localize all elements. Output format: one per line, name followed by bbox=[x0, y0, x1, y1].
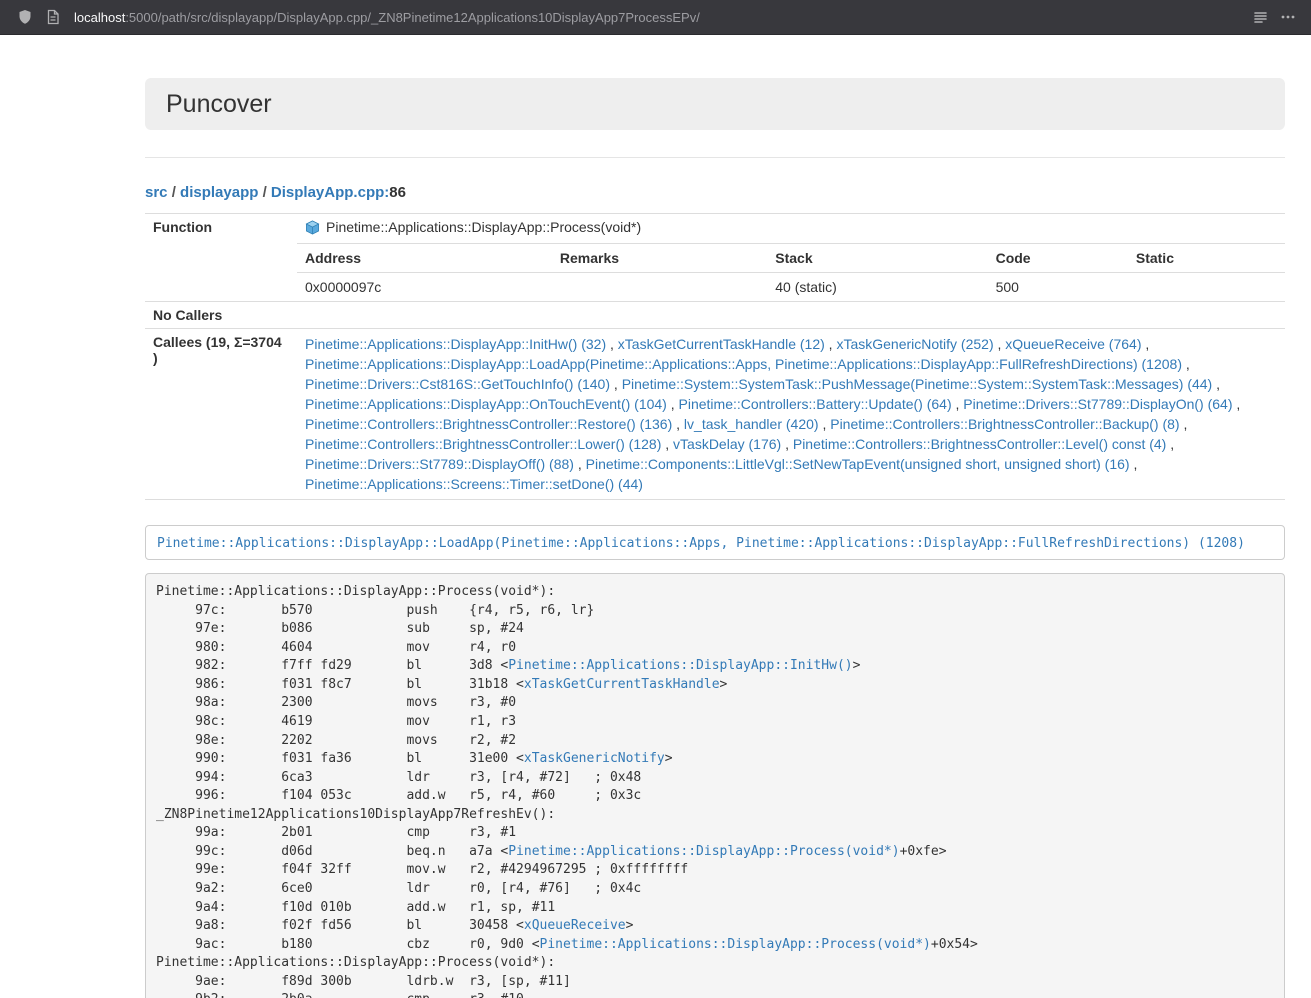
selected-callee-link[interactable]: Pinetime::Applications::DisplayApp::Load… bbox=[157, 536, 1245, 551]
disassembly-block: Pinetime::Applications::DisplayApp::Proc… bbox=[145, 573, 1285, 998]
callee-separator: , bbox=[1180, 416, 1188, 432]
callee-link[interactable]: lv_task_handler (420) bbox=[684, 416, 819, 432]
code-symbol-link[interactable]: xQueueReceive bbox=[524, 918, 626, 933]
stats-value-stack: 40 (static) bbox=[767, 273, 987, 302]
function-name: Pinetime::Applications::DisplayApp::Proc… bbox=[326, 219, 641, 235]
callee-separator: , bbox=[574, 456, 586, 472]
browser-toolbar: localhost:5000/path/src/displayapp/Displ… bbox=[0, 0, 1311, 35]
stats-value-address: 0x0000097c bbox=[297, 273, 552, 302]
more-menu-icon[interactable] bbox=[1279, 8, 1297, 26]
callee-link[interactable]: Pinetime::Drivers::St7789::DisplayOff() … bbox=[305, 456, 574, 472]
url-path: :5000/path/src/displayapp/DisplayApp.cpp… bbox=[125, 10, 700, 25]
stats-table: AddressRemarksStackCodeStatic 0x0000097c… bbox=[297, 243, 1285, 301]
stats-header-static: Static bbox=[1128, 244, 1285, 273]
function-table: Function Pinetime::Applications::Display… bbox=[145, 213, 1285, 500]
no-callers-cell bbox=[297, 302, 1285, 329]
breadcrumb-item[interactable]: DisplayApp.cpp: bbox=[271, 184, 389, 201]
breadcrumb-separator: / bbox=[168, 184, 181, 201]
callee-separator: , bbox=[1182, 356, 1190, 372]
callee-link[interactable]: Pinetime::Applications::DisplayApp::Init… bbox=[305, 336, 606, 352]
callee-link[interactable]: xTaskGenericNotify (252) bbox=[836, 336, 993, 352]
shield-icon[interactable] bbox=[16, 8, 34, 26]
callee-separator: , bbox=[952, 396, 964, 412]
stats-header-stack: Stack bbox=[767, 244, 987, 273]
function-row: Function Pinetime::Applications::Display… bbox=[145, 214, 1285, 244]
callees-label: Callees (19, Σ=3704 ) bbox=[145, 329, 297, 500]
callee-link[interactable]: Pinetime::Applications::Screens::Timer::… bbox=[305, 476, 643, 492]
stats-value-remarks bbox=[552, 273, 767, 302]
callee-link[interactable]: Pinetime::Applications::DisplayApp::OnTo… bbox=[305, 396, 667, 412]
no-callers-label: No Callers bbox=[145, 302, 297, 329]
page-title: Puncover bbox=[166, 90, 272, 118]
function-stats-cell: AddressRemarksStackCodeStatic 0x0000097c… bbox=[297, 243, 1285, 302]
code-symbol-link[interactable]: xTaskGenericNotify bbox=[524, 751, 665, 766]
callee-link[interactable]: vTaskDelay (176) bbox=[673, 436, 781, 452]
callee-link[interactable]: Pinetime::Components::LittleVgl::SetNewT… bbox=[586, 456, 1130, 472]
callees-row: Callees (19, Σ=3704 ) Pinetime::Applicat… bbox=[145, 329, 1285, 500]
method-cube-icon bbox=[305, 220, 320, 238]
callee-separator: , bbox=[1233, 396, 1241, 412]
breadcrumb-item[interactable]: displayapp bbox=[180, 184, 258, 201]
callee-link[interactable]: Pinetime::Applications::DisplayApp::Load… bbox=[305, 356, 1182, 372]
function-row-label: Function bbox=[145, 214, 297, 302]
callee-link[interactable]: Pinetime::Controllers::BrightnessControl… bbox=[305, 436, 661, 452]
breadcrumb-item[interactable]: src bbox=[145, 184, 168, 201]
url-host: localhost bbox=[74, 10, 125, 25]
app-header: Puncover bbox=[145, 78, 1285, 130]
function-name-cell: Pinetime::Applications::DisplayApp::Proc… bbox=[297, 214, 1285, 244]
callee-link[interactable]: Pinetime::Drivers::St7789::DisplayOn() (… bbox=[963, 396, 1232, 412]
reader-view-icon[interactable] bbox=[1251, 8, 1269, 26]
callee-separator: , bbox=[667, 396, 679, 412]
stats-value-static bbox=[1128, 273, 1285, 302]
callee-link[interactable]: Pinetime::Controllers::BrightnessControl… bbox=[793, 436, 1166, 452]
callee-separator: , bbox=[672, 416, 684, 432]
callee-separator: , bbox=[1141, 336, 1149, 352]
url-bar[interactable]: localhost:5000/path/src/displayapp/Displ… bbox=[72, 10, 1241, 25]
selected-callee-panel: Pinetime::Applications::DisplayApp::Load… bbox=[145, 525, 1285, 560]
stats-header-address: Address bbox=[297, 244, 552, 273]
stats-header-code: Code bbox=[988, 244, 1128, 273]
code-symbol-link[interactable]: Pinetime::Applications::DisplayApp::Init… bbox=[508, 658, 852, 673]
callee-separator: , bbox=[825, 336, 837, 352]
no-callers-row: No Callers bbox=[145, 302, 1285, 329]
stats-value-code: 500 bbox=[988, 273, 1128, 302]
callee-link[interactable]: Pinetime::Controllers::BrightnessControl… bbox=[305, 416, 672, 432]
page-info-icon[interactable] bbox=[44, 8, 62, 26]
callee-separator: , bbox=[819, 416, 831, 432]
main-content: Puncover src / displayapp / DisplayApp.c… bbox=[145, 35, 1285, 998]
callees-list: Pinetime::Applications::DisplayApp::Init… bbox=[297, 329, 1285, 500]
breadcrumb-separator: / bbox=[258, 184, 271, 201]
callee-separator: , bbox=[661, 436, 673, 452]
code-symbol-link[interactable]: Pinetime::Applications::DisplayApp::Proc… bbox=[540, 937, 931, 952]
callee-separator: , bbox=[1212, 376, 1220, 392]
callee-separator: , bbox=[1166, 436, 1174, 452]
breadcrumb-line-number: 86 bbox=[389, 184, 406, 201]
callee-link[interactable]: Pinetime::Drivers::Cst816S::GetTouchInfo… bbox=[305, 376, 610, 392]
callee-link[interactable]: Pinetime::System::SystemTask::PushMessag… bbox=[622, 376, 1213, 392]
callee-separator: , bbox=[781, 436, 793, 452]
code-symbol-link[interactable]: Pinetime::Applications::DisplayApp::Proc… bbox=[508, 844, 899, 859]
callee-link[interactable]: xQueueReceive (764) bbox=[1005, 336, 1141, 352]
callee-separator: , bbox=[610, 376, 622, 392]
callee-link[interactable]: Pinetime::Controllers::BrightnessControl… bbox=[830, 416, 1179, 432]
callee-separator: , bbox=[606, 336, 618, 352]
callee-link[interactable]: xTaskGetCurrentTaskHandle (12) bbox=[618, 336, 825, 352]
breadcrumb: src / displayapp / DisplayApp.cpp:86 bbox=[145, 183, 1285, 203]
function-stats-row: AddressRemarksStackCodeStatic 0x0000097c… bbox=[145, 243, 1285, 302]
callee-separator: , bbox=[994, 336, 1006, 352]
code-symbol-link[interactable]: xTaskGetCurrentTaskHandle bbox=[524, 677, 720, 692]
stats-header-remarks: Remarks bbox=[552, 244, 767, 273]
callee-separator: , bbox=[1130, 456, 1138, 472]
stats-value-row: 0x0000097c 40 (static)500 bbox=[297, 273, 1285, 302]
header-divider bbox=[145, 157, 1285, 158]
callee-link[interactable]: Pinetime::Controllers::Battery::Update()… bbox=[679, 396, 952, 412]
stats-header-row: AddressRemarksStackCodeStatic bbox=[297, 244, 1285, 273]
